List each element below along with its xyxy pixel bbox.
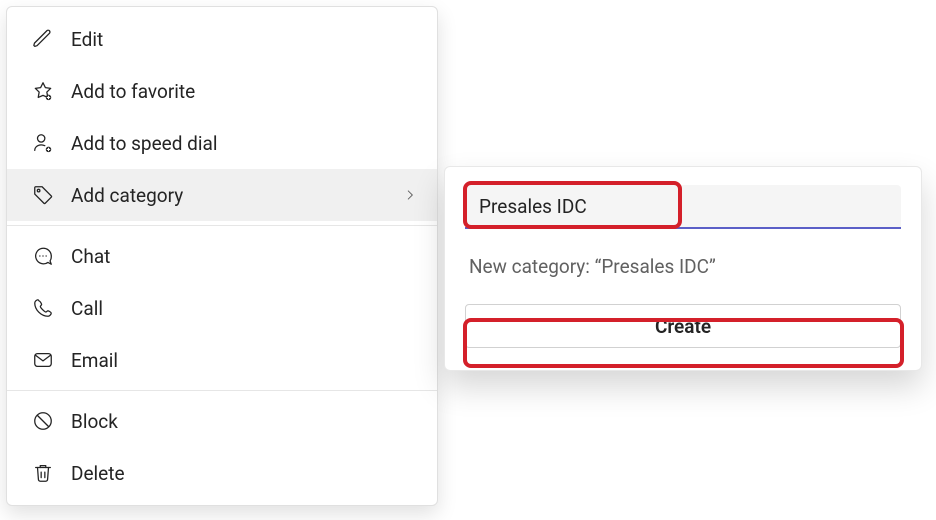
menu-separator	[7, 225, 437, 226]
pencil-icon	[29, 25, 57, 53]
new-category-suggestion[interactable]: New category: “Presales IDC”	[465, 255, 901, 278]
menu-item-chat[interactable]: Chat	[7, 230, 437, 282]
add-category-flyout: New category: “Presales IDC” Create	[444, 166, 922, 371]
category-name-input[interactable]	[465, 185, 901, 229]
menu-item-add-to-favorite[interactable]: Add to favorite	[7, 65, 437, 117]
menu-item-label: Email	[71, 349, 417, 372]
menu-item-label: Add to favorite	[71, 80, 417, 103]
chat-icon	[29, 242, 57, 270]
block-icon	[29, 407, 57, 435]
menu-item-add-category[interactable]: Add category	[7, 169, 437, 221]
category-input-wrap	[465, 185, 901, 229]
menu-item-delete[interactable]: Delete	[7, 447, 437, 499]
tag-icon	[29, 181, 57, 209]
chevron-right-icon	[403, 188, 417, 202]
menu-item-label: Block	[71, 410, 417, 433]
menu-item-label: Delete	[71, 462, 417, 485]
menu-item-label: Edit	[71, 28, 417, 51]
menu-item-label: Call	[71, 297, 417, 320]
phone-icon	[29, 294, 57, 322]
menu-item-email[interactable]: Email	[7, 334, 437, 386]
menu-item-edit[interactable]: Edit	[7, 13, 437, 65]
menu-item-block[interactable]: Block	[7, 395, 437, 447]
menu-item-add-to-speed-dial[interactable]: Add to speed dial	[7, 117, 437, 169]
mail-icon	[29, 346, 57, 374]
menu-item-label: Add to speed dial	[71, 132, 417, 155]
context-menu: Edit Add to favorite Add to speed dial A…	[6, 6, 438, 506]
person-plus-icon	[29, 129, 57, 157]
menu-item-label: Chat	[71, 245, 417, 268]
create-button[interactable]: Create	[465, 304, 901, 348]
star-plus-icon	[29, 77, 57, 105]
menu-item-call[interactable]: Call	[7, 282, 437, 334]
menu-item-label: Add category	[71, 184, 403, 207]
menu-separator	[7, 390, 437, 391]
trash-icon	[29, 459, 57, 487]
